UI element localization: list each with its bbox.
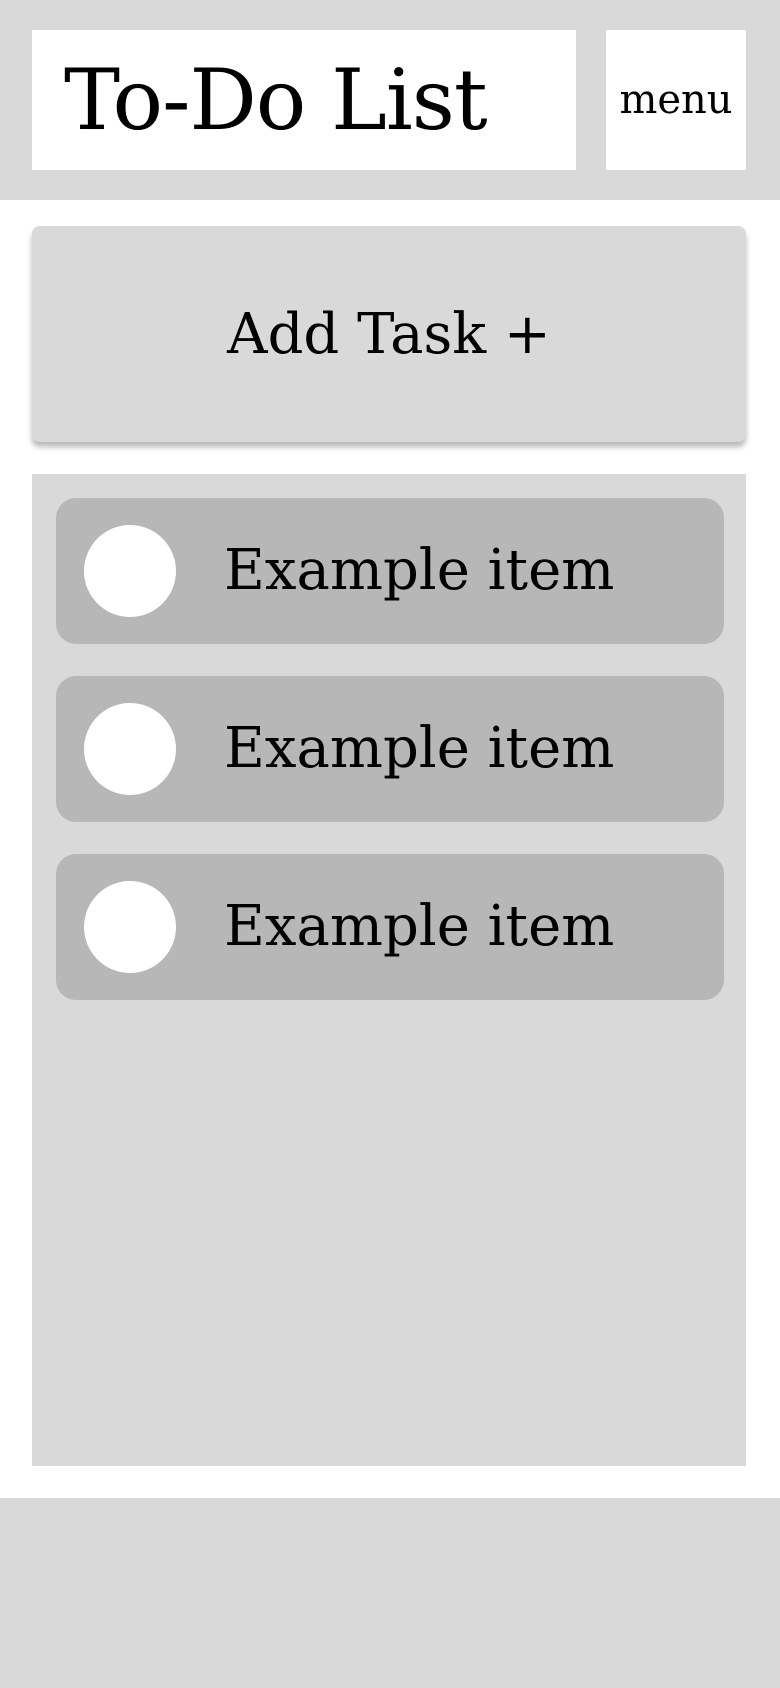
todo-app: To-Do List menu Add Task + Example item … [0, 0, 780, 1688]
title-box: To-Do List [32, 30, 576, 170]
task-item[interactable]: Example item [56, 854, 724, 1000]
menu-button[interactable]: menu [606, 30, 746, 170]
page-title: To-Do List [64, 51, 488, 149]
task-checkbox[interactable] [84, 525, 176, 617]
task-label: Example item [224, 538, 615, 603]
task-item[interactable]: Example item [56, 676, 724, 822]
task-checkbox[interactable] [84, 703, 176, 795]
task-label: Example item [224, 894, 615, 959]
task-label: Example item [224, 716, 615, 781]
app-footer [0, 1498, 780, 1688]
task-item[interactable]: Example item [56, 498, 724, 644]
add-task-button[interactable]: Add Task + [32, 226, 746, 442]
task-list: Example item Example item Example item [32, 474, 746, 1466]
task-checkbox[interactable] [84, 881, 176, 973]
app-header: To-Do List menu [0, 0, 780, 200]
